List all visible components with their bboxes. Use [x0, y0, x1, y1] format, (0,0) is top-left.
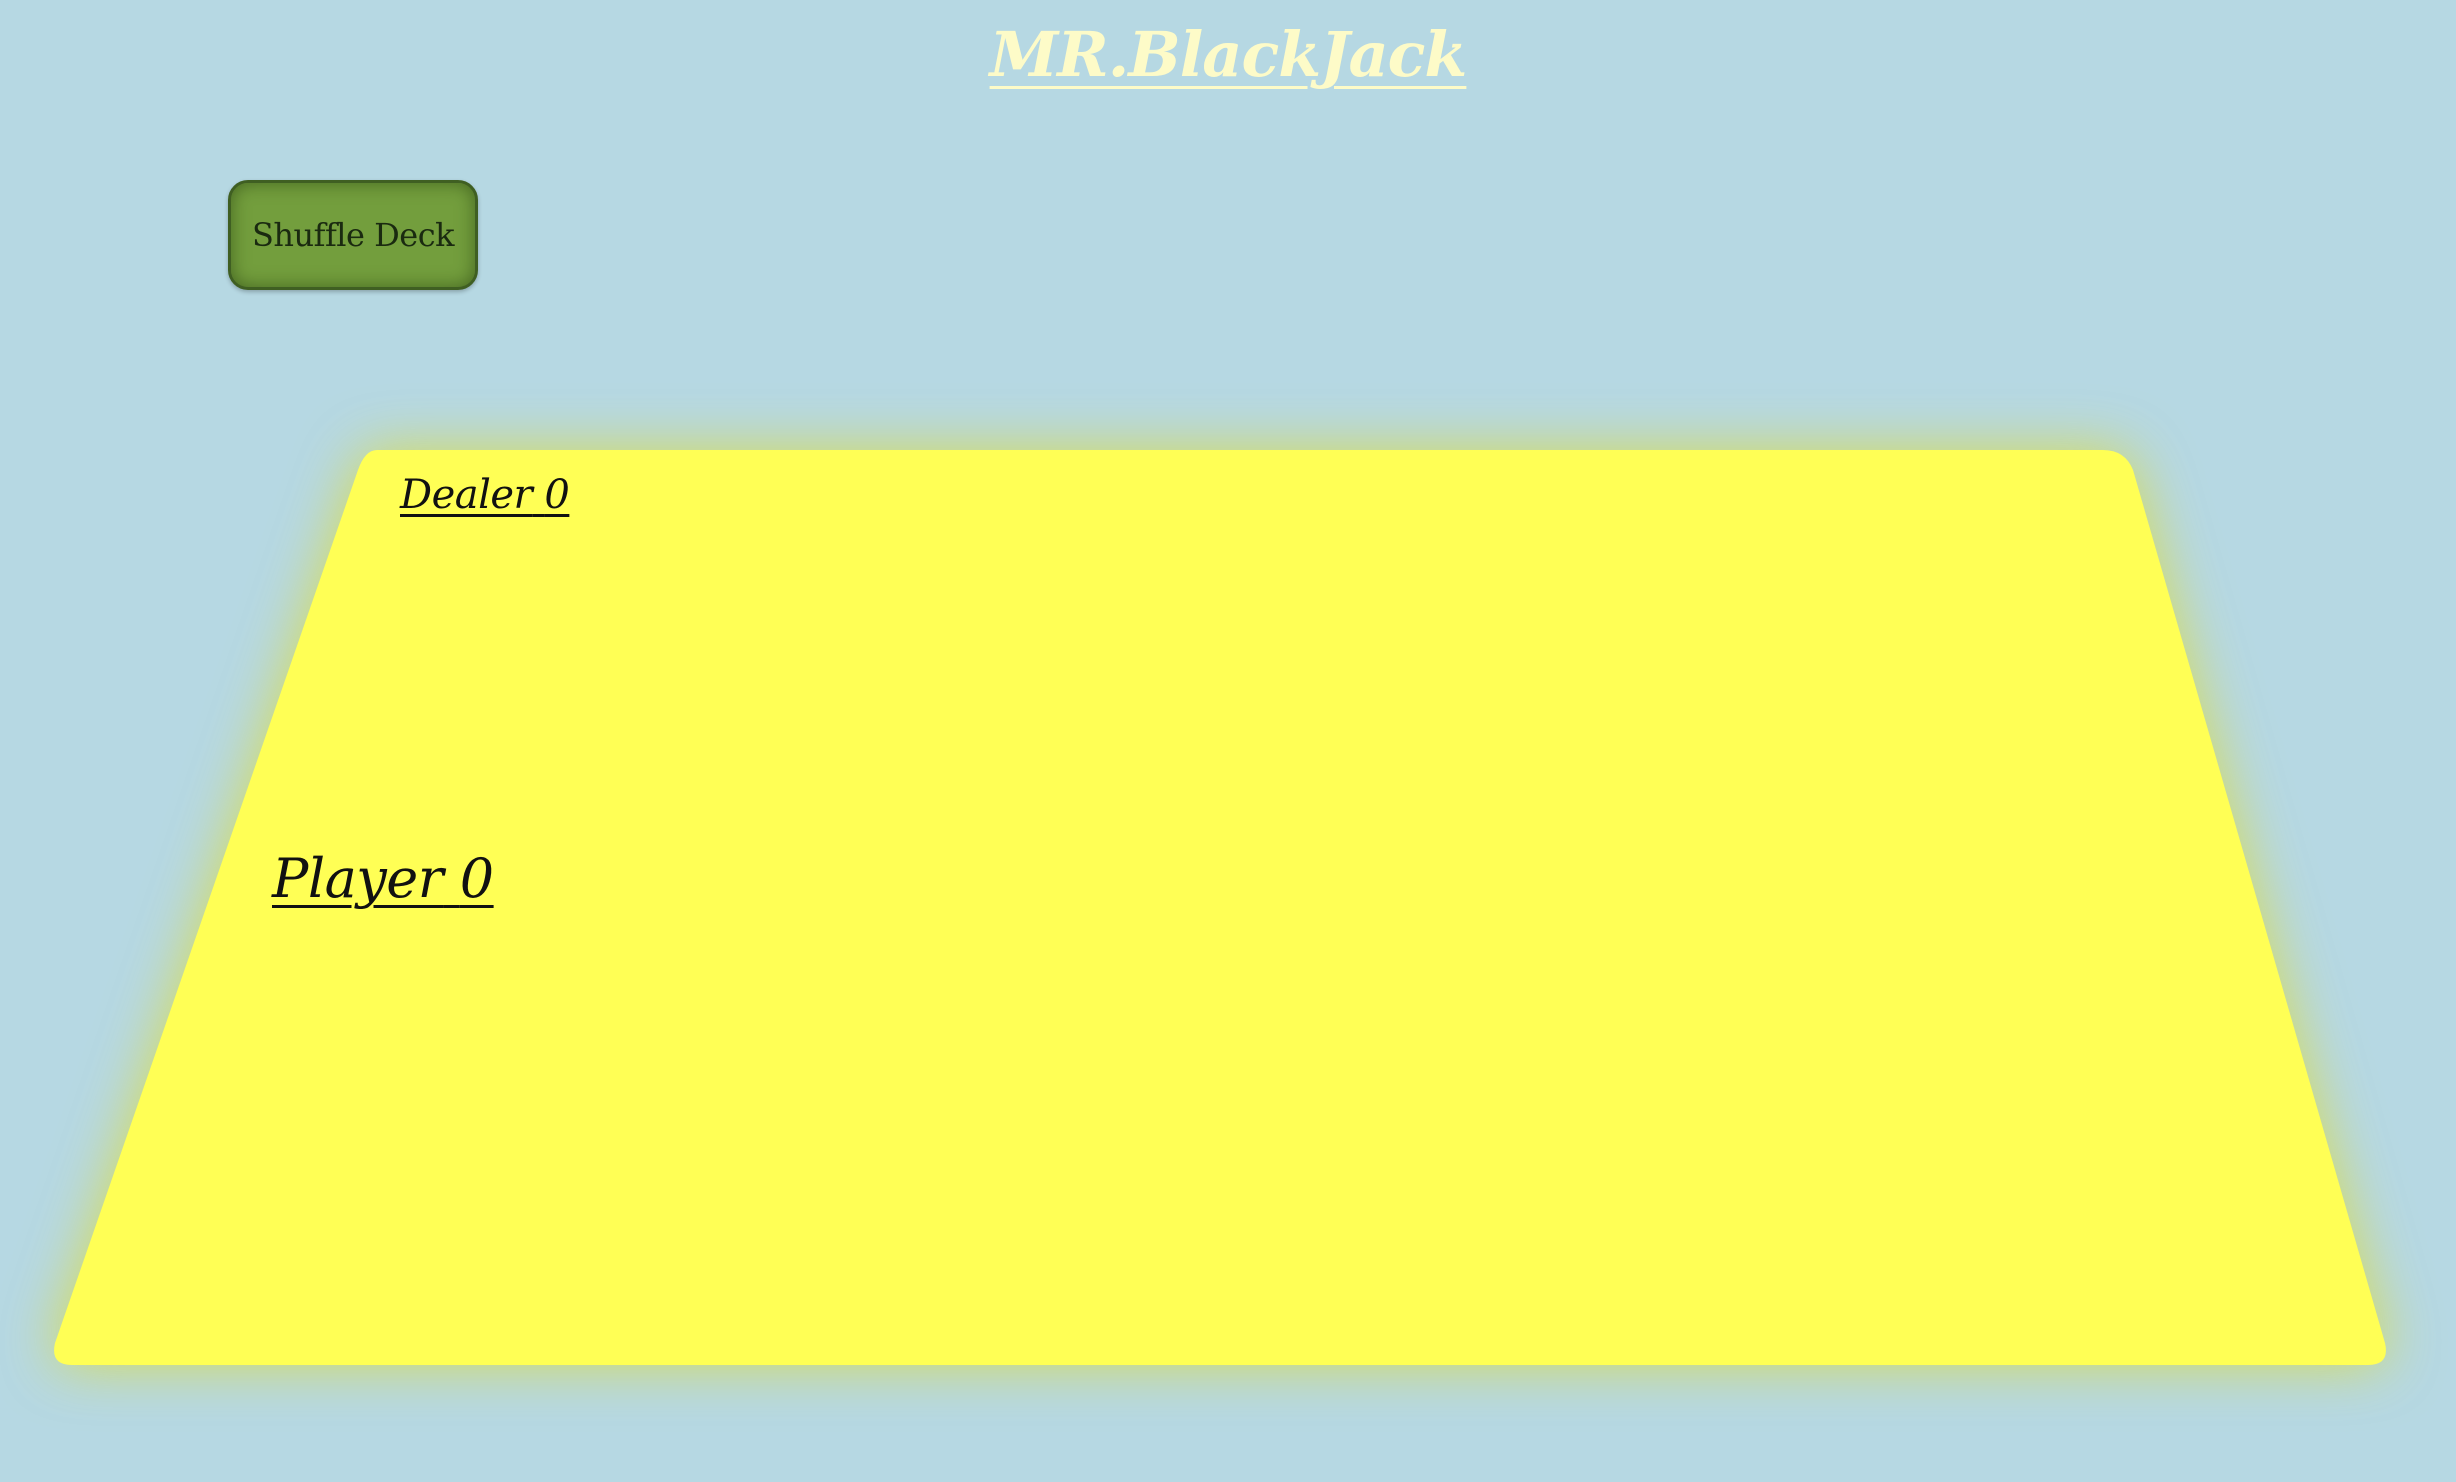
game-stage: MR.BlackJack Shuffle Deck Dealer 0 Playe…: [0, 0, 2456, 1482]
player-score-label: Player 0: [272, 847, 494, 910]
player-label-text: Player: [272, 847, 444, 910]
player-score-value: 0: [459, 847, 494, 910]
dealer-score-value: 0: [544, 472, 570, 518]
shuffle-deck-button[interactable]: Shuffle Deck: [228, 180, 478, 290]
dealer-score-label: Dealer 0: [400, 472, 570, 518]
dealer-label-text: Dealer: [400, 472, 533, 518]
app-title: MR.BlackJack: [989, 18, 1468, 91]
